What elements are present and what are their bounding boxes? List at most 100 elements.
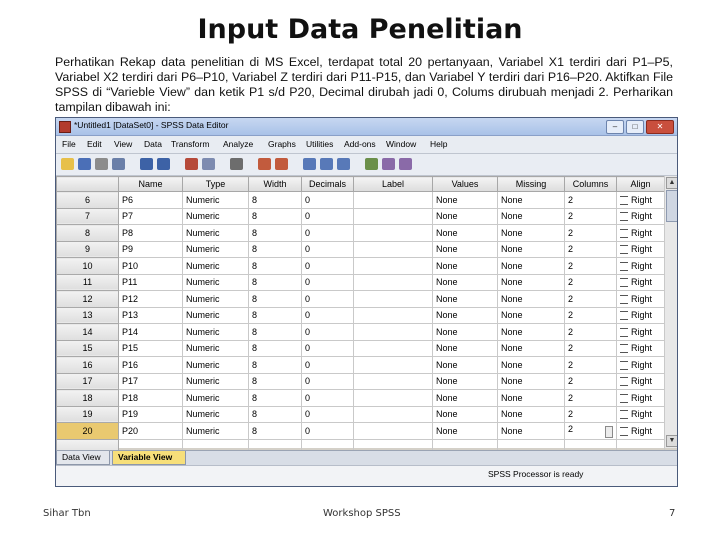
cell-width[interactable]: 8: [248, 207, 302, 225]
row-number[interactable]: 11: [56, 273, 119, 291]
cell-label[interactable]: [353, 405, 433, 423]
cell-align[interactable]: Right: [616, 323, 665, 341]
cell-name[interactable]: P15: [118, 339, 183, 357]
cell-name[interactable]: P10: [118, 257, 183, 275]
cell-decimals[interactable]: 0: [301, 257, 354, 275]
dialog-recall-icon[interactable]: [112, 158, 125, 170]
cell-type[interactable]: Numeric: [182, 290, 249, 308]
cell-type[interactable]: Numeric: [182, 224, 249, 242]
minimize-button[interactable]: –: [606, 120, 624, 134]
menu-file[interactable]: File: [62, 139, 76, 149]
cell-values[interactable]: None: [432, 224, 498, 242]
open-icon[interactable]: [61, 158, 74, 170]
cell-align[interactable]: Right: [616, 372, 665, 390]
cell-values[interactable]: None: [432, 306, 498, 324]
cell-values[interactable]: None: [432, 356, 498, 374]
table-row[interactable]: 16 P16 Numeric 8 0 None None 2 Right: [56, 356, 665, 374]
cell-width[interactable]: 8: [248, 273, 302, 291]
show-all-icon[interactable]: [399, 158, 412, 170]
cell-type[interactable]: Numeric: [182, 273, 249, 291]
cell-missing[interactable]: None: [497, 257, 565, 275]
cell-name[interactable]: P11: [118, 273, 183, 291]
col-header-label[interactable]: Label: [353, 176, 433, 192]
col-header-values[interactable]: Values: [432, 176, 498, 192]
menu-utilities[interactable]: Utilities: [306, 139, 333, 149]
cell-decimals[interactable]: 0: [301, 207, 354, 225]
cell-columns[interactable]: 2: [564, 306, 617, 324]
cell-values[interactable]: None: [432, 290, 498, 308]
cell-missing[interactable]: None: [497, 207, 565, 225]
cell-name[interactable]: P9: [118, 240, 183, 258]
table-row[interactable]: 15 P15 Numeric 8 0 None None 2 Right: [56, 339, 665, 357]
cell-name[interactable]: P12: [118, 290, 183, 308]
cell-label[interactable]: [353, 240, 433, 258]
table-row[interactable]: 8 P8 Numeric 8 0 None None 2 Right: [56, 224, 665, 242]
cell-missing[interactable]: None: [497, 356, 565, 374]
goto-case-icon[interactable]: [185, 158, 198, 170]
menu-window[interactable]: Window: [386, 139, 416, 149]
cell-align[interactable]: Right: [616, 356, 665, 374]
cell-decimals[interactable]: 0: [301, 405, 354, 423]
cell-label[interactable]: [353, 323, 433, 341]
row-number[interactable]: 13: [56, 306, 119, 324]
cell-columns[interactable]: 2: [564, 257, 617, 275]
select-cases-icon[interactable]: [337, 158, 350, 170]
cell-align[interactable]: Right: [616, 389, 665, 407]
cell-values[interactable]: None: [432, 257, 498, 275]
print-icon[interactable]: [95, 158, 108, 170]
cell-type[interactable]: Numeric: [182, 207, 249, 225]
row-number[interactable]: 6: [56, 191, 119, 209]
cell-label[interactable]: [353, 257, 433, 275]
menu-add-ons[interactable]: Add-ons: [344, 139, 376, 149]
cell-columns[interactable]: 2: [564, 389, 617, 407]
cell-label[interactable]: [353, 372, 433, 390]
cell-name[interactable]: P14: [118, 323, 183, 341]
row-number[interactable]: 20: [56, 422, 119, 440]
cell-align[interactable]: Right: [616, 422, 665, 440]
cell-decimals[interactable]: 0: [301, 240, 354, 258]
cell-columns[interactable]: 2: [564, 240, 617, 258]
cell-columns[interactable]: 2: [564, 372, 617, 390]
cell-columns[interactable]: 2: [564, 405, 617, 423]
col-header-name[interactable]: Name: [118, 176, 183, 192]
col-header-align[interactable]: Align: [616, 176, 665, 192]
cell-missing[interactable]: None: [497, 323, 565, 341]
cell-name[interactable]: P7: [118, 207, 183, 225]
row-number[interactable]: 16: [56, 356, 119, 374]
cell-label[interactable]: [353, 207, 433, 225]
insert-variable-icon[interactable]: [275, 158, 288, 170]
cell-width[interactable]: 8: [248, 405, 302, 423]
cell-values[interactable]: None: [432, 240, 498, 258]
insert-cases-icon[interactable]: [258, 158, 271, 170]
cell-width[interactable]: 8: [248, 240, 302, 258]
table-row[interactable]: 13 P13 Numeric 8 0 None None 2 Right: [56, 306, 665, 324]
cell-width[interactable]: 8: [248, 372, 302, 390]
cell-name[interactable]: P20: [118, 422, 183, 440]
cell-decimals[interactable]: 0: [301, 306, 354, 324]
table-row[interactable]: 7 P7 Numeric 8 0 None None 2 Right: [56, 207, 665, 225]
cell-decimals[interactable]: 0: [301, 290, 354, 308]
cell-values[interactable]: None: [432, 339, 498, 357]
row-number[interactable]: 12: [56, 290, 119, 308]
table-row[interactable]: 14 P14 Numeric 8 0 None None 2 Right: [56, 323, 665, 341]
cell-align[interactable]: Right: [616, 207, 665, 225]
col-header-type[interactable]: Type: [182, 176, 249, 192]
cell-width[interactable]: 8: [248, 224, 302, 242]
cell-align[interactable]: Right: [616, 257, 665, 275]
menu-analyze[interactable]: Analyze: [223, 139, 253, 149]
cell-align[interactable]: Right: [616, 306, 665, 324]
cell-type[interactable]: Numeric: [182, 339, 249, 357]
cell-name[interactable]: P6: [118, 191, 183, 209]
cell-columns[interactable]: 2: [564, 273, 617, 291]
cell-type[interactable]: Numeric: [182, 422, 249, 440]
vertical-scroll-thumb[interactable]: [666, 190, 677, 222]
cell-decimals[interactable]: 0: [301, 323, 354, 341]
scroll-down-icon[interactable]: ▼: [666, 435, 677, 447]
table-row[interactable]: 6 P6 Numeric 8 0 None None 2 Right: [56, 191, 665, 209]
cell-columns[interactable]: 2: [564, 323, 617, 341]
cell-label[interactable]: [353, 273, 433, 291]
cell-columns[interactable]: 2: [564, 339, 617, 357]
menu-data[interactable]: Data: [144, 139, 162, 149]
cell-values[interactable]: None: [432, 389, 498, 407]
menu-graphs[interactable]: Graphs: [268, 139, 296, 149]
